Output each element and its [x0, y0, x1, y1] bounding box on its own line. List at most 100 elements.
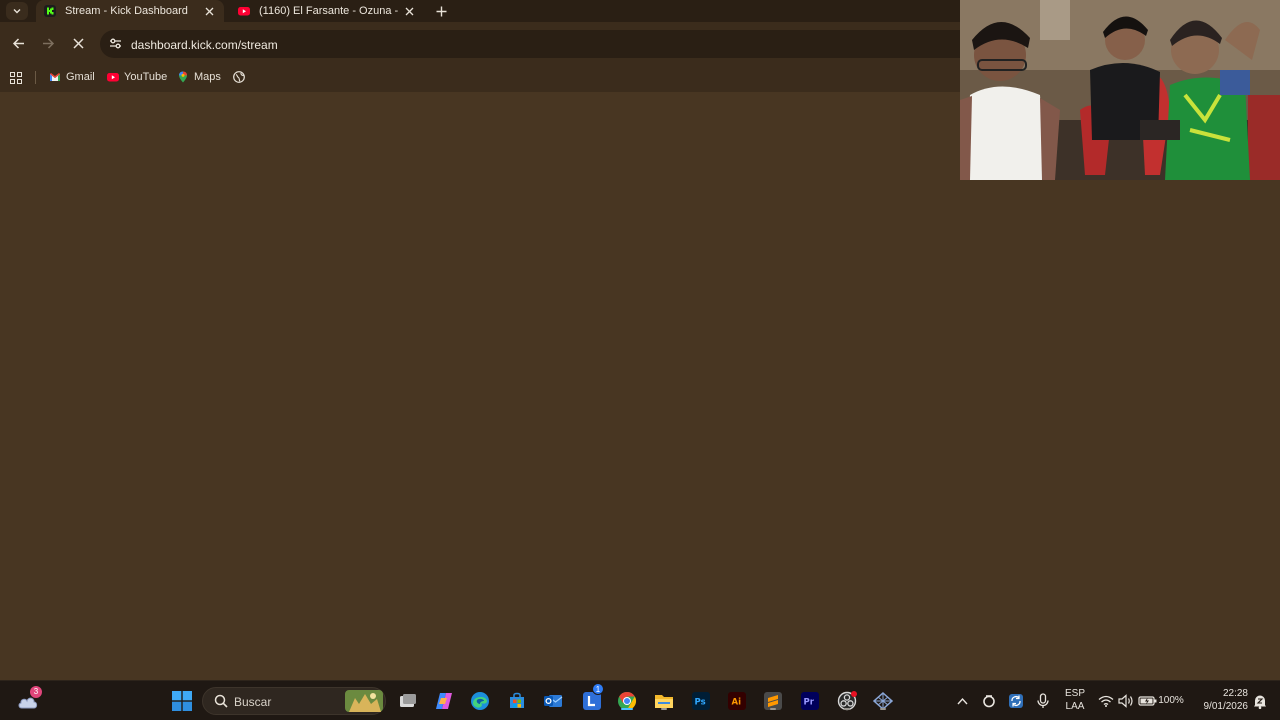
svg-text:Ai: Ai: [732, 698, 742, 708]
battery-percent: 100%: [1158, 695, 1184, 706]
start-button[interactable]: [170, 689, 194, 713]
clock[interactable]: 22:28 9/01/2026: [1194, 688, 1249, 712]
language-indicator[interactable]: ESP LAA: [1060, 688, 1090, 712]
folder-icon: [655, 695, 673, 708]
close-icon: [205, 7, 213, 15]
back-button[interactable]: [10, 35, 26, 51]
illustrator-button[interactable]: Ai: [725, 689, 749, 713]
apps-grid-icon: [10, 72, 22, 84]
webcam-feed-image: [960, 0, 1280, 180]
wifi-icon: [1098, 695, 1114, 707]
bookmarks-bar: Gmail YouTube Maps: [0, 62, 960, 92]
close-icon: [72, 37, 84, 49]
edge-button[interactable]: [468, 689, 492, 713]
tab-youtube[interactable]: (1160) El Farsante - Ozuna - Ka: [230, 0, 424, 22]
browser-toolbar: dashboard.kick.com/stream: [0, 22, 960, 62]
volume-icon: [1118, 694, 1133, 708]
running-indicator: [844, 708, 850, 710]
svg-text:Ps: Ps: [695, 698, 706, 708]
tab-title: (1160) El Farsante - Ozuna - Ka: [259, 5, 402, 17]
battery-charging-icon: [1138, 696, 1157, 706]
gmail-icon: [50, 73, 60, 81]
site-info-button[interactable]: [108, 36, 122, 50]
store-icon: [510, 692, 524, 708]
microphone-icon: [1037, 693, 1049, 708]
chevron-down-icon: [13, 9, 21, 14]
microphone-button[interactable]: [1031, 689, 1055, 713]
tab-kick-dashboard[interactable]: Stream - Kick Dashboard: [36, 0, 224, 22]
sync-icon: [1009, 694, 1023, 708]
close-tab-button[interactable]: [202, 4, 216, 18]
page-content: [0, 92, 1280, 680]
copilot-button[interactable]: [432, 689, 456, 713]
obs-studio-button[interactable]: [835, 689, 859, 713]
bookmark-label: Gmail: [66, 71, 95, 83]
running-indicator: [621, 708, 633, 710]
youtube-icon: [238, 7, 250, 16]
svg-text:Pr: Pr: [804, 698, 815, 708]
weather-widget[interactable]: 3: [16, 686, 42, 713]
tune-icon: [109, 38, 121, 48]
webcam-overlay: [960, 0, 1280, 180]
outlook-button[interactable]: [541, 689, 565, 713]
show-hidden-icons-button[interactable]: [950, 689, 974, 713]
tray-sync-button[interactable]: [1004, 689, 1028, 713]
photoshop-button[interactable]: Ps: [689, 689, 713, 713]
volume-button[interactable]: [1114, 689, 1138, 713]
outlook-icon: [544, 695, 563, 707]
globe-icon: [233, 71, 245, 83]
taskbar-search[interactable]: Buscar: [202, 687, 386, 715]
tab-strip: Stream - Kick Dashboard (1160) El Farsan…: [0, 0, 960, 22]
search-highlight-image: [345, 690, 383, 712]
bookmark-youtube[interactable]: YouTube: [107, 70, 167, 84]
apps-button[interactable]: [10, 70, 22, 84]
ring-icon: [983, 695, 995, 708]
plus-icon: [436, 6, 446, 16]
network-app-button[interactable]: [871, 689, 895, 713]
kick-icon: [44, 5, 56, 17]
address-bar[interactable]: dashboard.kick.com/stream: [100, 30, 960, 58]
photoshop-icon: Ps: [692, 692, 710, 710]
url-text[interactable]: dashboard.kick.com/stream: [131, 38, 278, 52]
running-indicator: [770, 708, 776, 710]
forward-button[interactable]: [40, 35, 56, 51]
l-app-button[interactable]: 1: [580, 683, 604, 713]
notifications-button[interactable]: [1248, 689, 1272, 713]
premiere-button[interactable]: Pr: [798, 689, 822, 713]
bookmark-label: YouTube: [124, 71, 168, 83]
keyboard-layout: LAA: [1065, 701, 1085, 712]
running-indicator: [661, 708, 667, 710]
bookmark-globe[interactable]: [233, 70, 250, 84]
task-view-icon: [400, 694, 416, 707]
search-placeholder: Buscar: [234, 695, 272, 709]
running-indicator: [880, 708, 886, 710]
store-button[interactable]: [505, 689, 529, 713]
new-tab-button[interactable]: [433, 3, 449, 19]
sublime-text-button[interactable]: [761, 689, 785, 713]
bell-snooze-icon: [1254, 695, 1266, 709]
arrow-left-icon: [12, 37, 24, 49]
copilot-icon: [436, 693, 452, 709]
arrow-right-icon: [42, 37, 54, 49]
bookmarks-divider: [35, 71, 36, 84]
chevron-up-icon: [956, 697, 968, 705]
task-view-button[interactable]: [396, 689, 420, 713]
maps-icon: [179, 71, 187, 83]
language-code: ESP: [1064, 688, 1085, 699]
clock-date: 9/01/2026: [1203, 701, 1249, 712]
tray-app-button[interactable]: [977, 689, 1001, 713]
edge-icon: [471, 692, 489, 710]
youtube-icon: [107, 73, 119, 82]
tab-title: Stream - Kick Dashboard: [65, 5, 188, 17]
weather-badge: 3: [30, 686, 42, 698]
tab-search-button[interactable]: [6, 2, 28, 20]
bookmark-gmail[interactable]: Gmail: [49, 70, 95, 84]
illustrator-icon: Ai: [728, 692, 746, 710]
chrome-button[interactable]: [615, 689, 639, 713]
l-app-badge: 1: [592, 683, 604, 695]
search-icon: [214, 694, 228, 708]
stop-loading-button[interactable]: [70, 35, 86, 51]
file-explorer-button[interactable]: [652, 689, 676, 713]
close-tab-button[interactable]: [402, 4, 416, 18]
bookmark-maps[interactable]: Maps: [177, 70, 221, 84]
